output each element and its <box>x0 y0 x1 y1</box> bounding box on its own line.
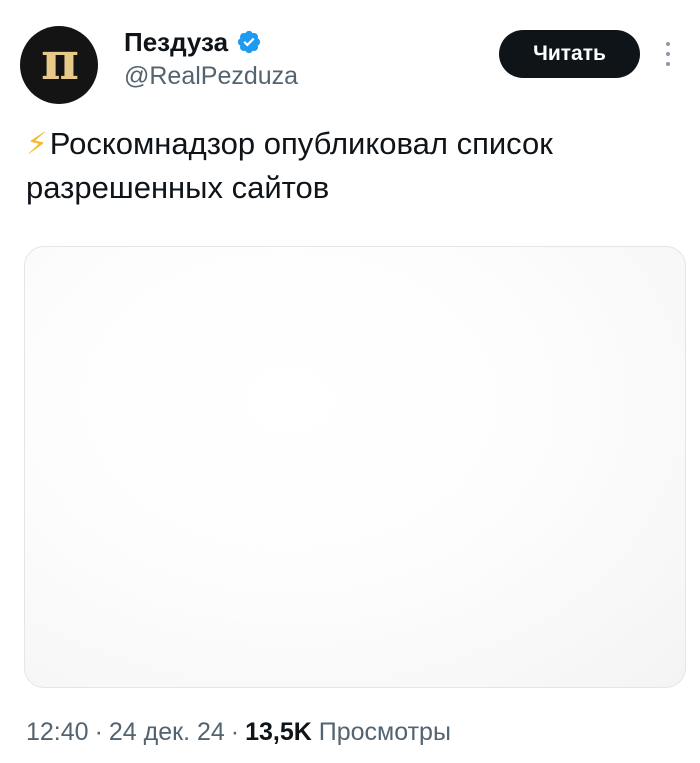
tweet-text: ⚡Роскомнадзор опубликовал список разреше… <box>26 122 686 210</box>
more-dot <box>666 42 670 46</box>
follow-button[interactable]: Читать <box>499 30 640 78</box>
tweet-media[interactable] <box>24 246 686 688</box>
avatar[interactable]: п <box>20 26 98 104</box>
more-options-icon[interactable] <box>658 34 678 74</box>
tweet-date[interactable]: 24 дек. 24 <box>109 718 225 746</box>
tweet-body: Роскомнадзор опубликовал список разрешен… <box>26 126 553 205</box>
separator: · <box>230 718 240 746</box>
lightning-icon: ⚡ <box>26 126 48 161</box>
verified-badge-icon <box>237 30 261 54</box>
tweet: п Пездуза @RealPezduza Читать ⚡Роскомнад… <box>0 0 700 763</box>
tweet-time[interactable]: 12:40 <box>26 718 89 746</box>
avatar-logo: п <box>40 31 79 92</box>
author-display-name[interactable]: Пездуза <box>124 27 228 58</box>
views-count[interactable]: 13,5K <box>245 718 312 746</box>
more-dot <box>666 62 670 66</box>
author-handle[interactable]: @RealPezduza <box>124 62 298 91</box>
separator: · <box>94 718 103 746</box>
more-dot <box>666 52 670 56</box>
tweet-meta: 12:40 · 24 дек. 24 · 13,5K Просмотры <box>26 718 451 747</box>
views-label: Просмотры <box>318 718 451 746</box>
author-name-row: Пездуза <box>124 24 262 60</box>
